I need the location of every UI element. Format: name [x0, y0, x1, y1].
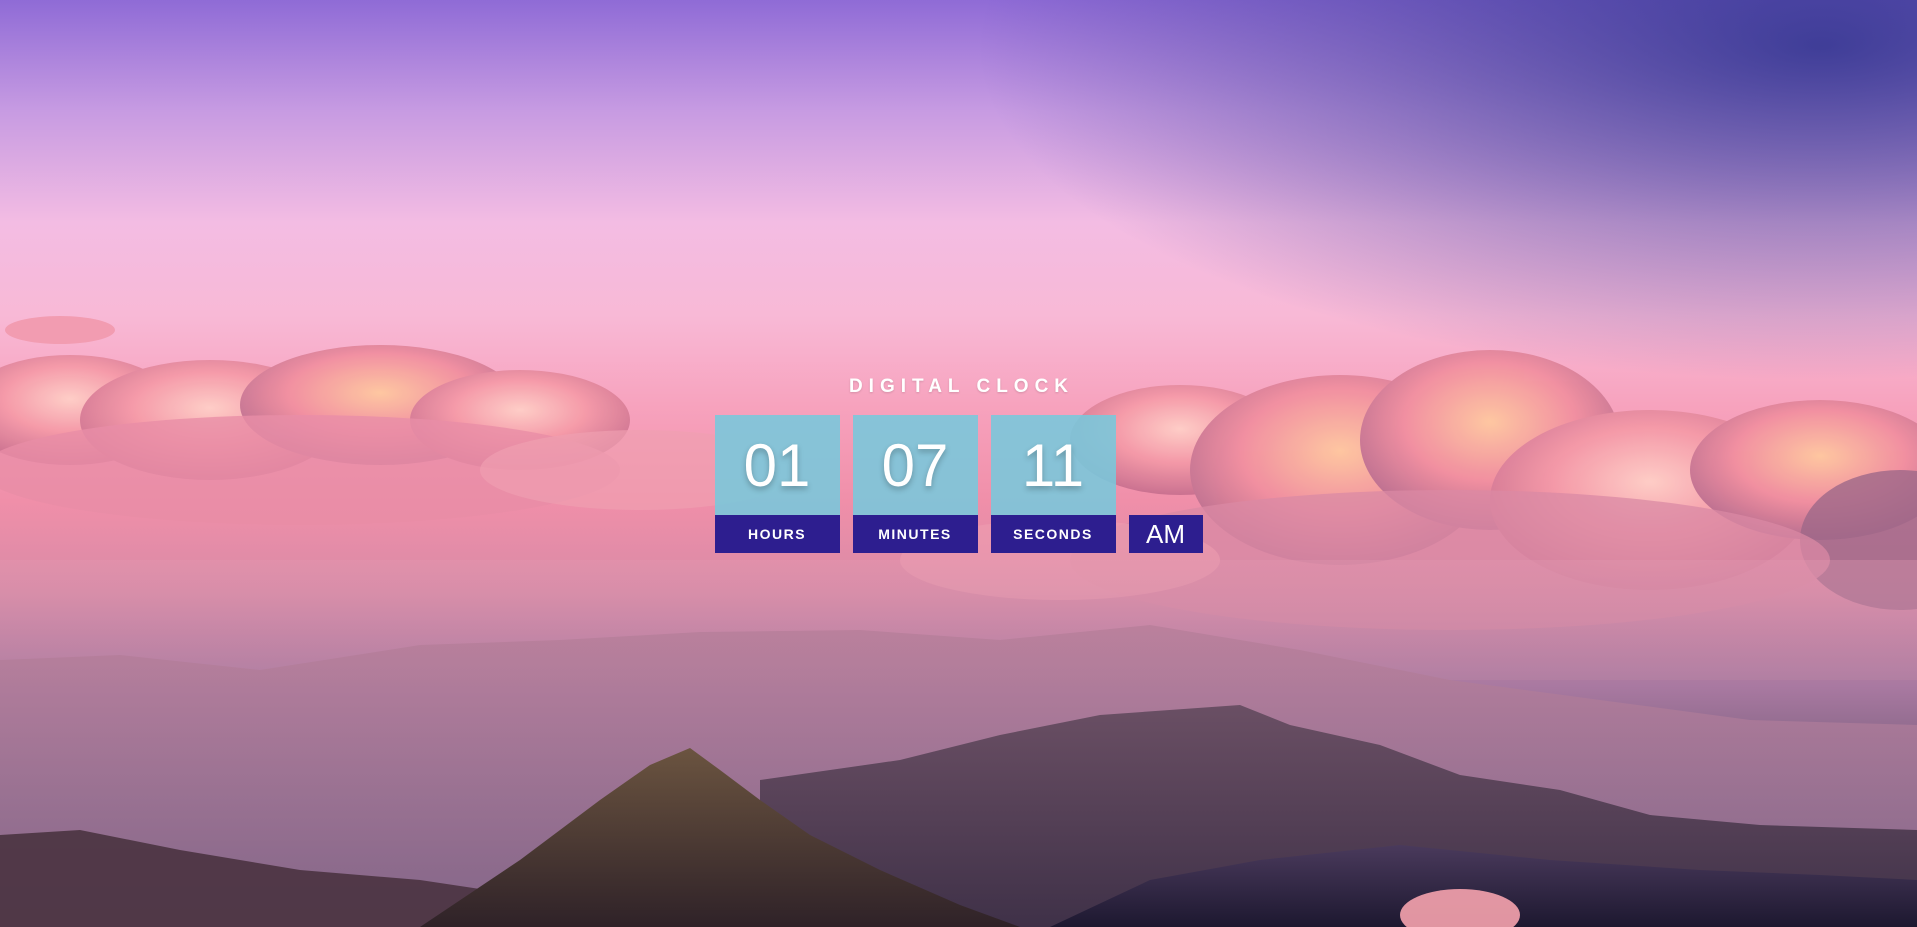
clock-title: DIGITAL CLOCK — [848, 376, 1075, 397]
digital-clock: DIGITAL CLOCK 01 HOURS 07 MINUTES 11 SEC… — [0, 376, 1917, 553]
background-scene: DIGITAL CLOCK 01 HOURS 07 MINUTES 11 SEC… — [0, 0, 1917, 927]
period-indicator: AM — [1128, 515, 1203, 553]
minutes-value: 07 — [852, 415, 978, 515]
seconds-value: 11 — [990, 415, 1116, 515]
minutes-block: 07 MINUTES — [852, 415, 978, 553]
hours-block: 01 HOURS — [714, 415, 840, 553]
clock-units: 01 HOURS 07 MINUTES 11 SECONDS AM — [714, 415, 1203, 553]
seconds-label: SECONDS — [990, 515, 1116, 553]
hours-value: 01 — [714, 415, 840, 515]
hours-label: HOURS — [714, 515, 840, 553]
minutes-label: MINUTES — [852, 515, 978, 553]
seconds-block: 11 SECONDS — [990, 415, 1116, 553]
